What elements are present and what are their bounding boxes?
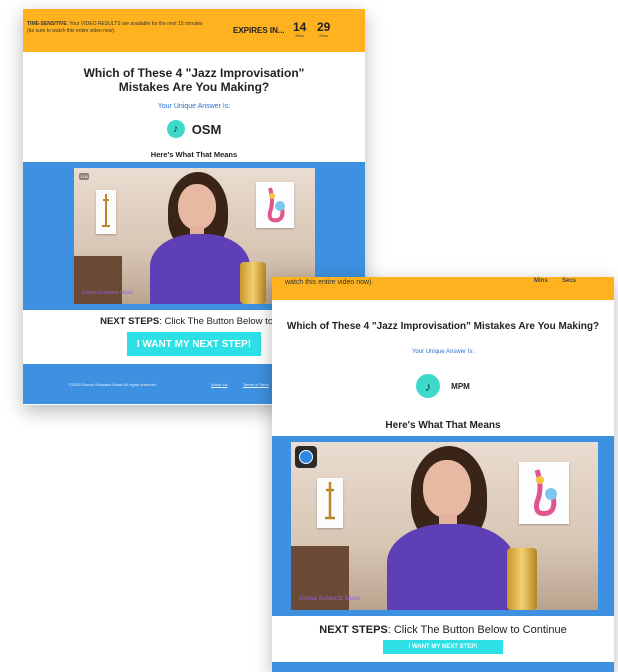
video-watermark: Donna Schwartz Music: [82, 290, 134, 296]
page-title: Which of These 4 "Jazz Improvisation" Mi…: [83, 66, 305, 94]
trumpet-artwork: [96, 190, 116, 234]
answer-label: Your Unique Answer Is:: [157, 103, 231, 110]
answer-label: Your Unique Answer Is:: [411, 349, 475, 355]
footer-link-about[interactable]: About Us: [211, 382, 227, 387]
saxophone: [507, 548, 537, 610]
minutes-unit: Mins: [534, 278, 548, 284]
time-sensitive-text: watch this entire video now).: [285, 279, 374, 286]
footer: [272, 662, 614, 672]
quiz-result-page-front: watch this entire video now). Mins Secs …: [272, 277, 614, 672]
saxophone-artwork: [256, 182, 294, 228]
timer-bar: watch this entire video now). Mins Secs: [272, 277, 614, 300]
footer-link-terms[interactable]: Terms of Servi: [243, 382, 269, 387]
video-section: Donna Schwartz Music: [272, 436, 614, 616]
answer-badge: ♪ OSM: [23, 120, 365, 138]
section-heading: Here's What That Means: [385, 420, 501, 431]
section-heading: Here's What That Means: [150, 150, 238, 159]
presenter-figure: [377, 446, 527, 610]
minutes-counter: 14 Mins: [293, 20, 307, 38]
footer-copyright: ©2025 Donna Schwartz Music All rights re…: [69, 382, 157, 387]
next-steps-text: NEXT STEPS: Click The Button Below to Co…: [319, 624, 567, 636]
play-icon[interactable]: [295, 446, 317, 468]
saxophone: [240, 262, 266, 304]
next-step-button[interactable]: I WANT MY NEXT STEP!: [127, 332, 261, 356]
timer-bar: TIME-SENSITIVE: Your VIDEO RESULTS are a…: [23, 9, 365, 52]
seconds-counter: 29 Secs: [317, 20, 331, 38]
answer-code: OSM: [191, 121, 222, 137]
answer-code: MPM: [451, 381, 470, 391]
shelf: [74, 256, 122, 304]
music-note-icon: ♪: [166, 120, 185, 138]
next-step-button[interactable]: I WANT MY NEXT STEP!: [383, 640, 503, 654]
answer-badge: ♪ MPM: [272, 374, 614, 398]
seconds-unit: Secs: [562, 278, 577, 284]
expires-label: EXPIRES IN...: [233, 26, 285, 35]
video-player[interactable]: Donna Schwartz Music: [291, 442, 598, 610]
music-note-icon: ♪: [416, 374, 441, 398]
video-duration-badge: 1:00: [79, 173, 89, 180]
time-sensitive-text: TIME-SENSITIVE: Your VIDEO RESULTS are a…: [27, 21, 203, 34]
page-title: Which of These 4 "Jazz Improvisation" Mi…: [286, 321, 600, 332]
video-watermark: Donna Schwartz Music: [299, 596, 361, 602]
trumpet-artwork: [317, 478, 343, 528]
